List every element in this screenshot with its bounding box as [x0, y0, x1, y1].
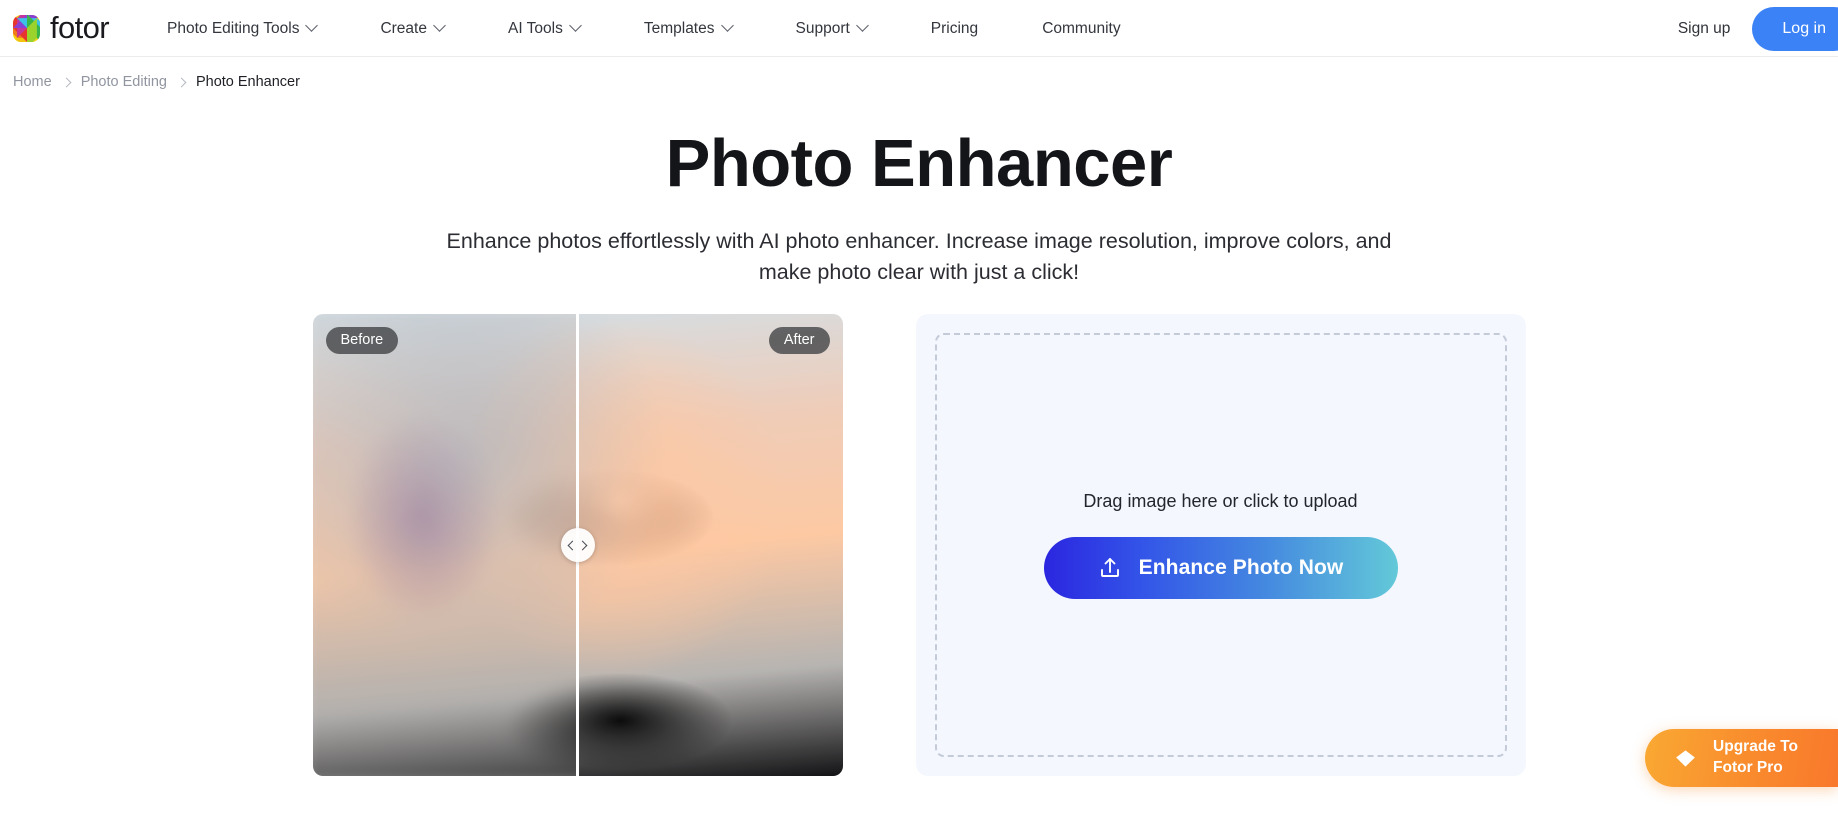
chevron-right-icon	[61, 77, 72, 87]
upload-dropzone[interactable]: Drag image here or click to upload Enhan…	[934, 333, 1507, 758]
nav-item-support[interactable]: Support	[764, 0, 899, 57]
hero-panels: Before After Drag image here or click to…	[0, 314, 1838, 777]
nav-item-create[interactable]: Create	[348, 0, 476, 57]
nav-item-templates[interactable]: Templates	[612, 0, 764, 57]
fotor-color-wheel-icon	[13, 14, 40, 42]
page-subtitle: Enhance photos effortlessly with AI phot…	[446, 229, 1392, 284]
nav-label: Photo Editing Tools	[167, 19, 300, 37]
chevron-left-icon	[567, 540, 578, 551]
chevron-right-icon	[176, 77, 187, 87]
enhance-button-label: Enhance Photo Now	[1138, 556, 1344, 580]
nav-item-pricing[interactable]: Pricing	[899, 0, 1010, 57]
nav-item-community[interactable]: Community	[1010, 0, 1152, 57]
breadcrumb: Home Photo Editing Photo Enhancer	[0, 57, 1838, 90]
after-portrait-image	[577, 314, 843, 777]
before-badge: Before	[325, 327, 399, 354]
nav-label: Community	[1042, 19, 1121, 37]
upload-card: Drag image here or click to upload Enhan…	[915, 314, 1526, 777]
upload-icon	[1100, 558, 1119, 578]
enhance-photo-now-button[interactable]: Enhance Photo Now	[1043, 537, 1398, 600]
nav-label: Create	[380, 19, 427, 37]
diamond-icon	[1676, 749, 1695, 767]
upgrade-line-2: Fotor Pro	[1713, 759, 1783, 776]
chevron-down-icon	[855, 18, 869, 32]
brand-name: fotor	[50, 10, 110, 45]
nav-item-photo-editing-tools[interactable]: Photo Editing Tools	[135, 0, 348, 57]
after-image-half	[577, 314, 843, 777]
nav-item-ai-tools[interactable]: AI Tools	[476, 0, 612, 57]
breadcrumb-item-home[interactable]: Home	[13, 74, 52, 90]
nav-label: Templates	[643, 19, 715, 37]
nav-label: AI Tools	[507, 19, 563, 37]
after-badge: After	[768, 327, 830, 354]
chevron-down-icon	[305, 18, 319, 32]
sign-up-link[interactable]: Sign up	[1678, 20, 1731, 38]
chevron-down-icon	[720, 18, 734, 32]
nav-label: Support	[795, 19, 850, 37]
upgrade-to-fotor-pro-button[interactable]: Upgrade To Fotor Pro	[1645, 729, 1838, 787]
brand-logo[interactable]: fotor	[13, 10, 110, 46]
left-right-arrows-icon[interactable]	[560, 528, 595, 563]
upgrade-line-1: Upgrade To	[1713, 738, 1798, 756]
page-title: Photo Enhancer	[665, 126, 1173, 201]
top-navigation-bar: fotor Photo Editing Tools Create AI Tool…	[0, 0, 1838, 57]
nav-label: Pricing	[930, 19, 979, 37]
hero-section: Photo Enhancer Enhance photos effortless…	[0, 90, 1838, 287]
dropzone-instructions: Drag image here or click to upload	[1083, 491, 1358, 512]
before-image-half	[312, 314, 578, 777]
chevron-down-icon	[568, 18, 582, 32]
upgrade-label: Upgrade To Fotor Pro	[1713, 737, 1798, 779]
before-after-comparison[interactable]: Before After	[312, 314, 843, 777]
account-actions: Sign up Log in	[1678, 0, 1838, 57]
breadcrumb-item-photo-editing[interactable]: Photo Editing	[81, 74, 167, 90]
log-in-button[interactable]: Log in	[1752, 6, 1838, 51]
chevron-down-icon	[433, 18, 446, 32]
before-portrait-image	[312, 314, 578, 777]
chevron-right-icon	[577, 540, 588, 551]
breadcrumb-item-photo-enhancer: Photo Enhancer	[195, 74, 300, 90]
main-nav-links: Photo Editing Tools Create AI Tools Temp…	[135, 0, 1153, 57]
